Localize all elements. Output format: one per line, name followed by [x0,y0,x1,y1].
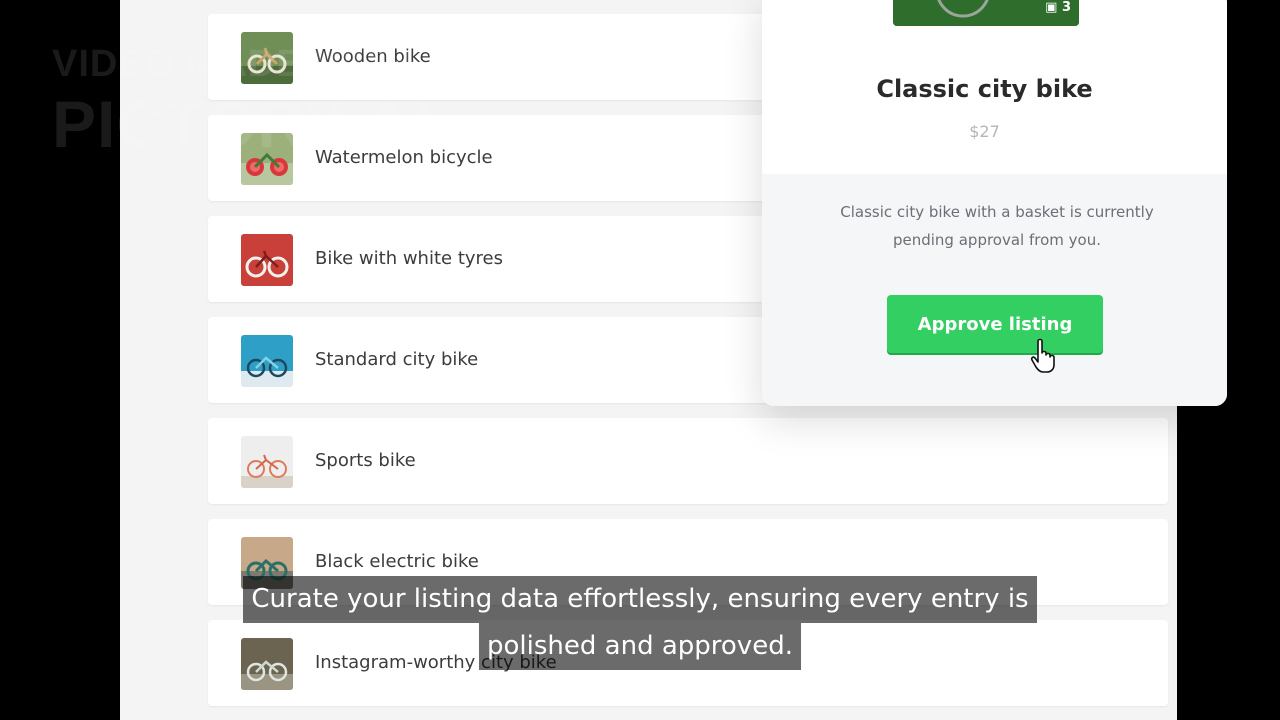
listing-detail-panel: ▣ 3 Classic city bike $27 Classic city b… [762,0,1227,406]
listing-title: Sports bike [315,450,416,471]
photo-count-badge: ▣ 3 [1045,0,1071,15]
listing-detail-price: $27 [969,122,1000,141]
subtitle-caption: Curate your listing data effortlessly, e… [0,576,1280,670]
listing-title: Standard city bike [315,349,479,370]
photo-count: 3 [1061,0,1071,15]
approval-message: Classic city bike with a basket is curre… [840,203,1154,249]
listing-row[interactable]: Sports bike [208,418,1168,504]
listing-photo[interactable]: ▣ 3 [893,0,1079,26]
hand-cursor-icon [1030,338,1055,373]
watermark-line-1: VIDEO MADE WITH [52,43,416,85]
watermark: VIDEO MADE WITH PICTORY AI [52,40,432,160]
watermark-line-2: PICTORY AI [52,87,433,161]
caption-line-2: polished and approved. [479,623,801,670]
photo-icon: ▣ [1045,0,1062,15]
caption-line-1: Curate your listing data effortlessly, e… [243,576,1037,623]
listing-thumbnail [241,234,293,286]
listing-thumbnail [241,436,293,488]
listing-detail-title: Classic city bike [876,75,1093,103]
listing-thumbnail [241,335,293,387]
listing-title: Bike with white tyres [315,248,503,269]
approval-section: Classic city bike with a basket is curre… [762,174,1227,406]
approve-listing-button[interactable]: Approve listing [887,295,1103,353]
